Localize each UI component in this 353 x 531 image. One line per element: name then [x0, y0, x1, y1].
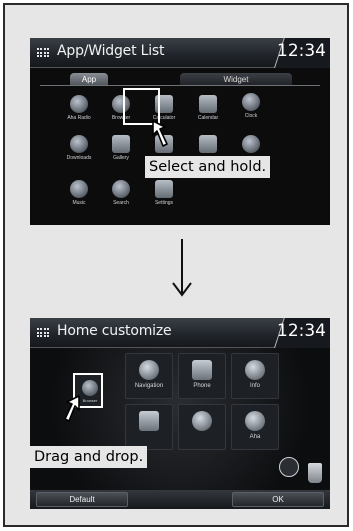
browser-icon	[82, 380, 98, 396]
screen-title: App/Widget List	[57, 43, 165, 59]
app-label: Settings	[154, 200, 174, 206]
pointer-arrow-icon	[152, 120, 168, 147]
app-unlabeled-2[interactable]	[189, 135, 227, 153]
app-label: Clock	[244, 113, 258, 119]
title-bar: App/Widget List 12:34	[30, 38, 330, 68]
tile-info[interactable]: Info	[231, 353, 279, 399]
navigation-icon	[139, 360, 159, 380]
aha-radio-icon	[70, 95, 88, 113]
tile-label: Aha	[249, 434, 261, 440]
app-label: Music	[72, 200, 86, 206]
download-icon	[70, 135, 88, 153]
app-gallery[interactable]: Gallery	[102, 135, 140, 161]
instruction-callout: Drag and drop.	[30, 446, 148, 468]
title-bar: Home customize 12:34	[30, 318, 330, 348]
app-label: Search	[113, 200, 129, 206]
app-label: Calendar	[197, 115, 219, 121]
app-music[interactable]: Music	[60, 180, 98, 206]
clock-icon	[242, 93, 260, 111]
navigation-icon	[199, 135, 217, 153]
instruction-panel: App/Widget List 12:34 App Widget Aha Rad…	[3, 3, 349, 527]
android-icon	[242, 135, 260, 153]
bottom-bar: Default OK	[30, 490, 330, 509]
app-widget-list-screen: App/Widget List 12:34 App Widget Aha Rad…	[30, 38, 330, 225]
default-button[interactable]: Default	[36, 492, 128, 507]
trash-icon[interactable]	[308, 463, 322, 483]
info-icon	[245, 360, 265, 380]
app-downloads[interactable]: Downloads	[60, 135, 98, 161]
gallery-icon	[112, 135, 130, 153]
aha-icon	[245, 411, 265, 431]
tile-label: Phone	[193, 383, 211, 389]
gear-icon	[192, 411, 212, 431]
tile-label: Navigation	[134, 383, 164, 389]
tile-settings[interactable]	[178, 404, 226, 450]
clock: 12:34	[277, 41, 326, 61]
tab-divider	[40, 85, 320, 86]
calendar-icon	[199, 95, 217, 113]
menu-grid-icon[interactable]	[37, 48, 49, 57]
screen-title: Home customize	[57, 323, 172, 339]
ok-button[interactable]: OK	[232, 492, 324, 507]
phone-icon	[192, 360, 212, 380]
tile-aha[interactable]: Aha	[231, 404, 279, 450]
app-search[interactable]: Search	[102, 180, 140, 206]
app-clock[interactable]: Clock	[232, 93, 270, 119]
app-label: Gallery	[113, 155, 129, 161]
music-icon	[70, 180, 88, 198]
clock: 12:34	[277, 321, 326, 341]
apps-list-button[interactable]	[279, 457, 299, 477]
tile-navigation[interactable]: Navigation	[125, 353, 173, 399]
tile-music[interactable]	[125, 404, 173, 450]
tile-phone[interactable]: Phone	[178, 353, 226, 399]
search-icon	[112, 180, 130, 198]
pointer-arrow-icon	[64, 395, 80, 422]
home-customize-screen: Home customize 12:34 Navigation Phone In…	[30, 318, 330, 509]
app-calendar[interactable]: Calendar	[189, 95, 227, 121]
instruction-callout: Select and hold.	[145, 156, 271, 178]
settings-icon	[155, 180, 173, 198]
down-arrow-icon	[172, 239, 192, 297]
app-aha-radio[interactable]: Aha Radio	[60, 95, 98, 121]
app-label: Aha Radio	[67, 115, 91, 121]
app-settings[interactable]: Settings	[145, 180, 183, 206]
app-unlabeled-3[interactable]	[232, 135, 270, 153]
app-label: Downloads	[66, 155, 92, 161]
music-icon	[139, 411, 159, 431]
menu-grid-icon[interactable]	[37, 328, 49, 337]
tile-label: Info	[249, 383, 260, 389]
